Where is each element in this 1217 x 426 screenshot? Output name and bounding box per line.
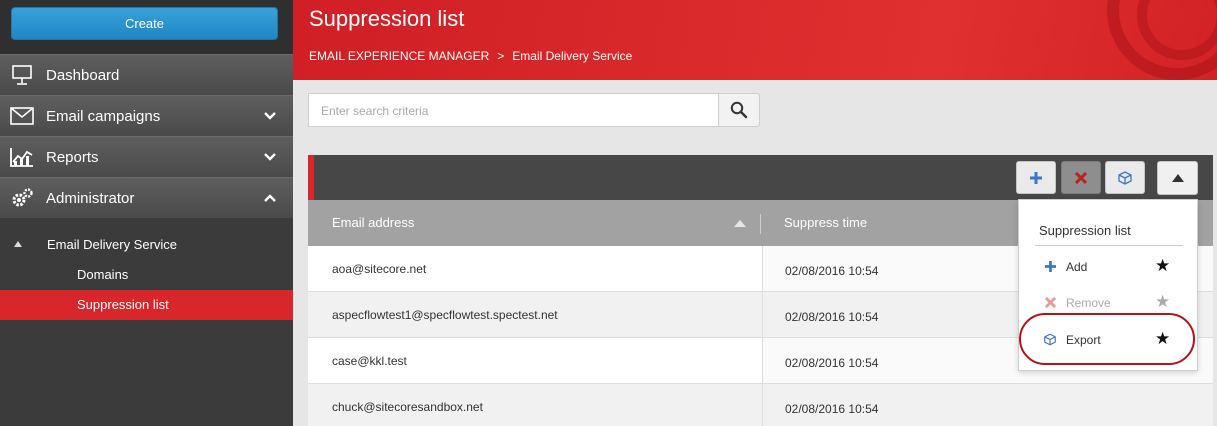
nav-administrator[interactable]: Administrator (0, 177, 293, 218)
search-button[interactable] (718, 93, 760, 127)
cell-email: case@kkl.test (308, 338, 762, 383)
tree-item-label: Email Delivery Service (47, 237, 178, 252)
remove-x-icon (1043, 295, 1057, 309)
caret-expanded-icon[interactable] (14, 241, 22, 247)
nav-dashboard[interactable]: Dashboard (0, 54, 293, 95)
create-button[interactable]: Create (11, 7, 278, 40)
sidebar: Create Dashboard Email campaigns Reports… (0, 0, 293, 426)
nav-email-campaigns[interactable]: Email campaigns (0, 95, 293, 136)
search-input[interactable]: Enter search criteria (308, 93, 719, 127)
export-box-icon (1118, 170, 1132, 185)
column-header-email[interactable]: Email address (332, 215, 414, 230)
menu-divider (1035, 245, 1183, 246)
menu-title: Suppression list (1039, 223, 1131, 238)
sort-ascending-icon[interactable] (734, 220, 746, 227)
collapse-button[interactable] (1157, 161, 1198, 195)
tree-item-domains[interactable]: Domains (0, 260, 293, 290)
tree-item-label: Suppression list (77, 297, 169, 312)
table-row[interactable]: chuck@sitecoresandbox.net 02/08/2016 10:… (308, 384, 1213, 426)
create-area: Create (0, 0, 293, 54)
cell-time: 02/08/2016 10:54 (762, 384, 1213, 426)
plus-icon (1043, 259, 1057, 273)
menu-item-add[interactable]: Add ★ (1019, 251, 1199, 281)
breadcrumb: EMAIL EXPERIENCE MANAGER > Email Delivery … (309, 49, 632, 63)
breadcrumb-item[interactable]: Email Delivery Service (512, 49, 632, 63)
remove-button[interactable] (1061, 161, 1101, 194)
menu-item-label: Add (1066, 260, 1088, 274)
add-button[interactable] (1016, 161, 1056, 194)
nav-administrator-label: Administrator (46, 189, 135, 207)
nav-reports[interactable]: Reports (0, 136, 293, 177)
cell-email: aspecflowtest1@specflowtest.spectest.net (308, 292, 762, 337)
remove-x-icon (1075, 171, 1087, 184)
page-header: Suppression list EMAIL EXPERIENCE MANAGE… (293, 0, 1217, 80)
export-button[interactable] (1105, 161, 1145, 194)
search-icon (730, 101, 748, 119)
triangle-up-icon (1171, 174, 1184, 182)
gears-icon (10, 187, 34, 209)
reports-chart-icon (10, 146, 34, 168)
favorite-star-icon[interactable]: ★ (1155, 256, 1170, 276)
column-header-suppress-time[interactable]: Suppress time (784, 215, 867, 230)
chevron-down-icon[interactable] (263, 109, 277, 123)
page-title: Suppression list (309, 6, 465, 31)
chevron-up-icon[interactable] (263, 191, 277, 205)
nav-reports-label: Reports (46, 148, 99, 166)
chevron-down-icon[interactable] (263, 150, 277, 164)
dashboard-icon (10, 64, 34, 86)
column-divider (760, 214, 761, 234)
cell-email: aoa@sitecore.net (308, 246, 762, 291)
cell-email: chuck@sitecoresandbox.net (308, 384, 762, 426)
admin-tree: Email Delivery Service Domains Suppressi… (0, 218, 293, 320)
nav-dashboard-label: Dashboard (46, 66, 120, 84)
breadcrumb-separator: > (497, 49, 505, 63)
tree-item-label: Domains (77, 267, 129, 282)
menu-item-label: Remove (1066, 296, 1111, 310)
envelope-icon (10, 105, 34, 127)
plus-icon (1030, 171, 1042, 184)
favorite-star-icon[interactable]: ★ (1155, 292, 1170, 312)
nav-email-campaigns-label: Email campaigns (46, 107, 161, 125)
tree-item-email-delivery-service[interactable]: Email Delivery Service (0, 230, 293, 260)
export-highlight-circle (1019, 313, 1195, 365)
breadcrumb-item[interactable]: EMAIL EXPERIENCE MANAGER (309, 49, 489, 63)
tree-item-suppression-list[interactable]: Suppression list (0, 290, 293, 320)
